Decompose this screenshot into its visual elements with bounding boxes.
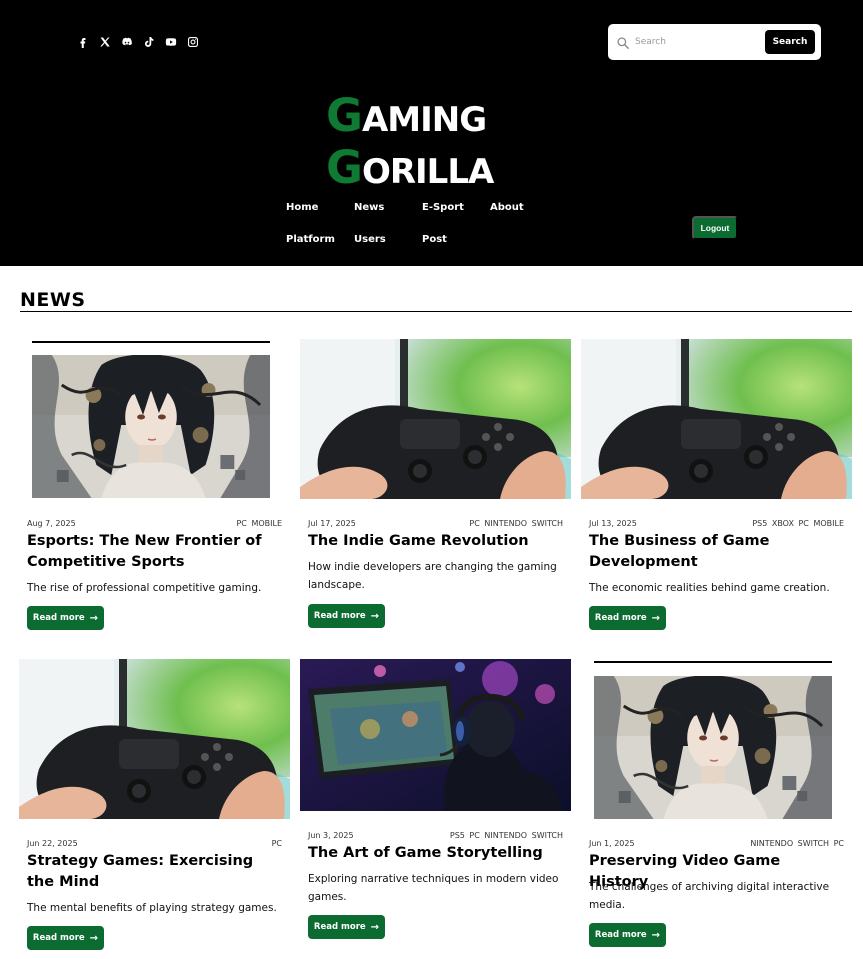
read-more-label: Read more — [32, 933, 85, 943]
nav-platform[interactable]: Platform — [286, 234, 335, 245]
section-divider — [20, 311, 852, 312]
logo-line-1: GAMING — [326, 92, 526, 144]
search-icon — [616, 35, 630, 49]
card-description: The rise of professional competitive gam… — [27, 582, 262, 594]
site-header: Search GAMING GORILLA Home News E-Sport … — [0, 0, 863, 266]
read-more-button[interactable]: Read more → — [589, 923, 666, 947]
instagram-icon[interactable] — [186, 35, 199, 48]
card-top-rule — [32, 341, 270, 343]
card-description: The economic realities behind game creat… — [589, 582, 830, 594]
card-top-rule — [594, 661, 832, 663]
logo-initial-2: G — [326, 141, 363, 194]
card-platform-tags: PC NINTENDO SWITCH — [469, 519, 563, 528]
card-description: The challenges of archiving digital inte… — [589, 881, 830, 911]
logo-word-1: AMING — [361, 100, 487, 140]
card-date: Jun 1, 2025 — [589, 839, 635, 848]
arrow-right-icon: → — [370, 610, 380, 622]
x-icon[interactable] — [98, 35, 111, 48]
card-title[interactable]: Strategy Games: Exercising the Mind — [27, 851, 272, 893]
read-more-label: Read more — [594, 613, 647, 623]
card-image-controller[interactable] — [300, 339, 571, 499]
card-image-anime-art[interactable] — [594, 676, 832, 819]
read-more-label: Read more — [313, 611, 366, 621]
arrow-right-icon: → — [89, 612, 99, 624]
logo-word-2: ORILLA — [361, 152, 494, 192]
social-links — [76, 35, 199, 48]
nav-news[interactable]: News — [354, 202, 384, 213]
read-more-label: Read more — [313, 922, 366, 932]
search-input[interactable] — [635, 33, 760, 51]
card-date: Jul 17, 2025 — [308, 519, 356, 528]
section-title: NEWS — [20, 289, 86, 311]
youtube-icon[interactable] — [164, 35, 177, 48]
card-title[interactable]: The Art of Game Storytelling — [308, 843, 553, 864]
card-title[interactable]: The Indie Game Revolution — [308, 531, 553, 552]
card-platform-tags: NINTENDO SWITCH PC — [750, 839, 844, 848]
card-title[interactable]: Esports: The New Frontier of Competitive… — [27, 531, 272, 573]
card-description: How indie developers are changing the ga… — [308, 561, 557, 591]
site-logo[interactable]: GAMING GORILLA — [326, 92, 526, 196]
nav-home[interactable]: Home — [286, 202, 318, 213]
card-description: The mental benefits of playing strategy … — [27, 902, 277, 914]
card-platform-tags: PS5 PC NINTENDO SWITCH — [449, 831, 563, 840]
read-more-label: Read more — [594, 930, 647, 940]
tiktok-icon[interactable] — [142, 35, 155, 48]
card-platform-tags: PS5 XBOX PC MOBILE — [752, 519, 844, 528]
card-platform-tags: PC — [271, 839, 282, 848]
card-date: Jun 3, 2025 — [308, 831, 354, 840]
arrow-right-icon: → — [370, 921, 380, 933]
arrow-right-icon: → — [89, 932, 99, 944]
nav-post[interactable]: Post — [422, 234, 447, 245]
read-more-label: Read more — [32, 613, 85, 623]
card-date: Aug 7, 2025 — [27, 519, 76, 528]
card-image-controller[interactable] — [19, 659, 290, 819]
discord-icon[interactable] — [120, 35, 133, 48]
card-image-gamer[interactable] — [300, 659, 571, 811]
read-more-button[interactable]: Read more → — [308, 604, 385, 628]
card-platform-tags: PC MOBILE — [236, 519, 282, 528]
read-more-button[interactable]: Read more → — [27, 606, 104, 630]
read-more-button[interactable]: Read more → — [308, 915, 385, 939]
facebook-icon[interactable] — [76, 35, 89, 48]
read-more-button[interactable]: Read more → — [27, 926, 104, 950]
arrow-right-icon: → — [651, 929, 661, 941]
card-date: Jun 22, 2025 — [27, 839, 78, 848]
card-title[interactable]: The Business of Game Development — [589, 531, 834, 573]
arrow-right-icon: → — [651, 612, 661, 624]
search-button[interactable]: Search — [765, 30, 815, 54]
card-image-anime-art[interactable] — [32, 355, 270, 498]
nav-esport[interactable]: E-Sport — [422, 202, 464, 213]
logo-initial-1: G — [326, 89, 363, 142]
card-image-controller[interactable] — [581, 339, 852, 499]
nav-about[interactable]: About — [490, 202, 524, 213]
card-description: Exploring narrative techniques in modern… — [308, 873, 559, 903]
search-bar: Search — [608, 24, 821, 60]
logout-button[interactable]: Logout — [692, 216, 738, 240]
logo-line-2: GORILLA — [326, 144, 526, 196]
nav-users[interactable]: Users — [354, 234, 386, 245]
card-date: Jul 13, 2025 — [589, 519, 637, 528]
read-more-button[interactable]: Read more → — [589, 606, 666, 630]
